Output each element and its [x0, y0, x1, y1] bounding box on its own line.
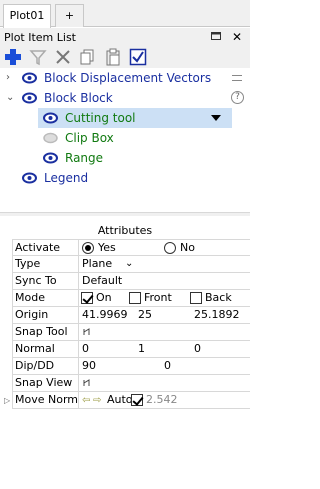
- add-tab-button[interactable]: +: [55, 4, 84, 27]
- origin-x-field[interactable]: 41.9969: [82, 307, 128, 324]
- attr-key: Type: [12, 256, 79, 273]
- tree-item-label: Legend: [44, 171, 89, 185]
- chevron-down-icon[interactable]: ⌄: [125, 256, 133, 273]
- attr-row-normal: Normal 0 1 0: [12, 341, 250, 358]
- panel-title: Plot Item List: [4, 31, 76, 44]
- tree-item-clip-box[interactable]: Clip Box: [0, 128, 250, 148]
- eye-hidden-icon[interactable]: [43, 132, 58, 144]
- auto-label: Auto: [107, 393, 133, 406]
- normal-y-field[interactable]: 1: [138, 341, 145, 358]
- tree-item-label: Range: [65, 151, 104, 165]
- attr-key: Activate: [12, 240, 79, 257]
- chevron-right-icon[interactable]: ›: [6, 70, 16, 86]
- delete-icon[interactable]: [54, 48, 72, 66]
- dd-field[interactable]: 0: [164, 358, 171, 375]
- attr-row-snap-tool: Snap Tool: [12, 324, 250, 341]
- type-select[interactable]: Plane: [82, 256, 112, 273]
- activate-yes-radio[interactable]: [82, 242, 94, 254]
- attr-key: Sync To: [12, 273, 79, 290]
- attr-key: Snap View: [12, 375, 79, 392]
- attr-row-sync-to: Sync To Default: [12, 273, 250, 290]
- attr-row-dip-dd: Dip/DD 90 0: [12, 358, 250, 375]
- eye-icon[interactable]: [43, 112, 58, 124]
- origin-y-field[interactable]: 25: [138, 307, 152, 324]
- origin-z-field[interactable]: 25.1892: [194, 307, 240, 324]
- attr-row-snap-view: Snap View: [12, 375, 250, 392]
- arrow-left-icon[interactable]: ⇦: [82, 395, 90, 406]
- arrow-right-icon[interactable]: ⇨: [93, 395, 101, 406]
- snap-icon[interactable]: [82, 327, 92, 340]
- panel-splitter[interactable]: [0, 212, 250, 216]
- dip-field[interactable]: 90: [82, 358, 96, 375]
- attr-row-activate: Activate Yes No: [12, 239, 250, 257]
- tab-plot01[interactable]: Plot01: [3, 4, 51, 28]
- mode-on-checkbox[interactable]: [81, 292, 93, 304]
- attr-key: Mode: [12, 290, 79, 307]
- panel-header: Plot Item List ✕: [0, 28, 250, 46]
- normal-x-field[interactable]: 0: [82, 341, 89, 358]
- checkbox-label-front: Front: [144, 291, 172, 304]
- attr-key: Move Normal: [12, 392, 79, 409]
- dropdown-arrow-icon[interactable]: [211, 115, 221, 121]
- tree-item-block-displacement-vectors[interactable]: › Block Displacement Vectors: [0, 68, 250, 88]
- attr-key: Snap Tool: [12, 324, 79, 341]
- tree-item-label: Cutting tool: [65, 111, 136, 125]
- tree-item-label: Block Block: [44, 91, 113, 105]
- paste-icon[interactable]: [104, 48, 122, 66]
- tree-item-cutting-tool[interactable]: Cutting tool: [0, 108, 250, 128]
- move-step-field[interactable]: 2.542: [146, 392, 178, 409]
- normal-z-field[interactable]: 0: [194, 341, 201, 358]
- checkbox-icon[interactable]: [129, 48, 147, 66]
- attr-row-move-normal: Move Normal ⇦ ⇨ Auto 2.542: [12, 392, 250, 409]
- attr-row-type: Type Plane ⌄: [12, 256, 250, 273]
- filter-icon[interactable]: [29, 48, 47, 66]
- eye-icon[interactable]: [22, 172, 37, 184]
- eye-icon[interactable]: [22, 72, 37, 84]
- checkbox-label-back: Back: [205, 291, 232, 304]
- tab-bar: Plot01 +: [0, 0, 250, 28]
- float-panel-icon[interactable]: [208, 29, 224, 45]
- attr-key: Dip/DD: [12, 358, 79, 375]
- menu-icon[interactable]: [232, 75, 242, 81]
- eye-icon[interactable]: [43, 152, 58, 164]
- attr-row-origin: Origin 41.9969 25 25.1892: [12, 307, 250, 324]
- eye-icon[interactable]: [22, 92, 37, 104]
- mode-front-checkbox[interactable]: [129, 292, 141, 304]
- tree-item-legend[interactable]: Legend: [0, 168, 250, 188]
- radio-label-yes: Yes: [98, 241, 116, 254]
- add-icon[interactable]: [4, 48, 22, 66]
- attr-row-mode: Mode On Front Back: [12, 290, 250, 307]
- copy-icon[interactable]: [79, 48, 97, 66]
- row-expand-icon[interactable]: ▷: [4, 396, 12, 406]
- plot-item-tree: › Block Displacement Vectors ⌄ Block Blo…: [0, 68, 250, 210]
- auto-checkbox[interactable]: [131, 394, 143, 406]
- tree-item-label: Block Displacement Vectors: [44, 71, 212, 85]
- tree-item-block-block[interactable]: ⌄ Block Block ?: [0, 88, 250, 108]
- radio-label-no: No: [180, 241, 195, 254]
- checkbox-label-on: On: [96, 291, 112, 304]
- attr-key: Normal: [12, 341, 79, 358]
- attributes-title: Attributes: [97, 224, 153, 237]
- toolbar: [0, 46, 250, 68]
- attr-key: Origin: [12, 307, 79, 324]
- help-icon[interactable]: ?: [231, 91, 244, 104]
- tree-item-label: Clip Box: [65, 131, 114, 145]
- close-panel-icon[interactable]: ✕: [229, 29, 245, 45]
- mode-back-checkbox[interactable]: [190, 292, 202, 304]
- tree-item-range[interactable]: Range: [0, 148, 250, 168]
- activate-no-radio[interactable]: [164, 242, 176, 254]
- chevron-down-icon[interactable]: ⌄: [6, 90, 16, 106]
- snap-icon[interactable]: [82, 378, 92, 391]
- sync-to-value[interactable]: Default: [82, 273, 122, 290]
